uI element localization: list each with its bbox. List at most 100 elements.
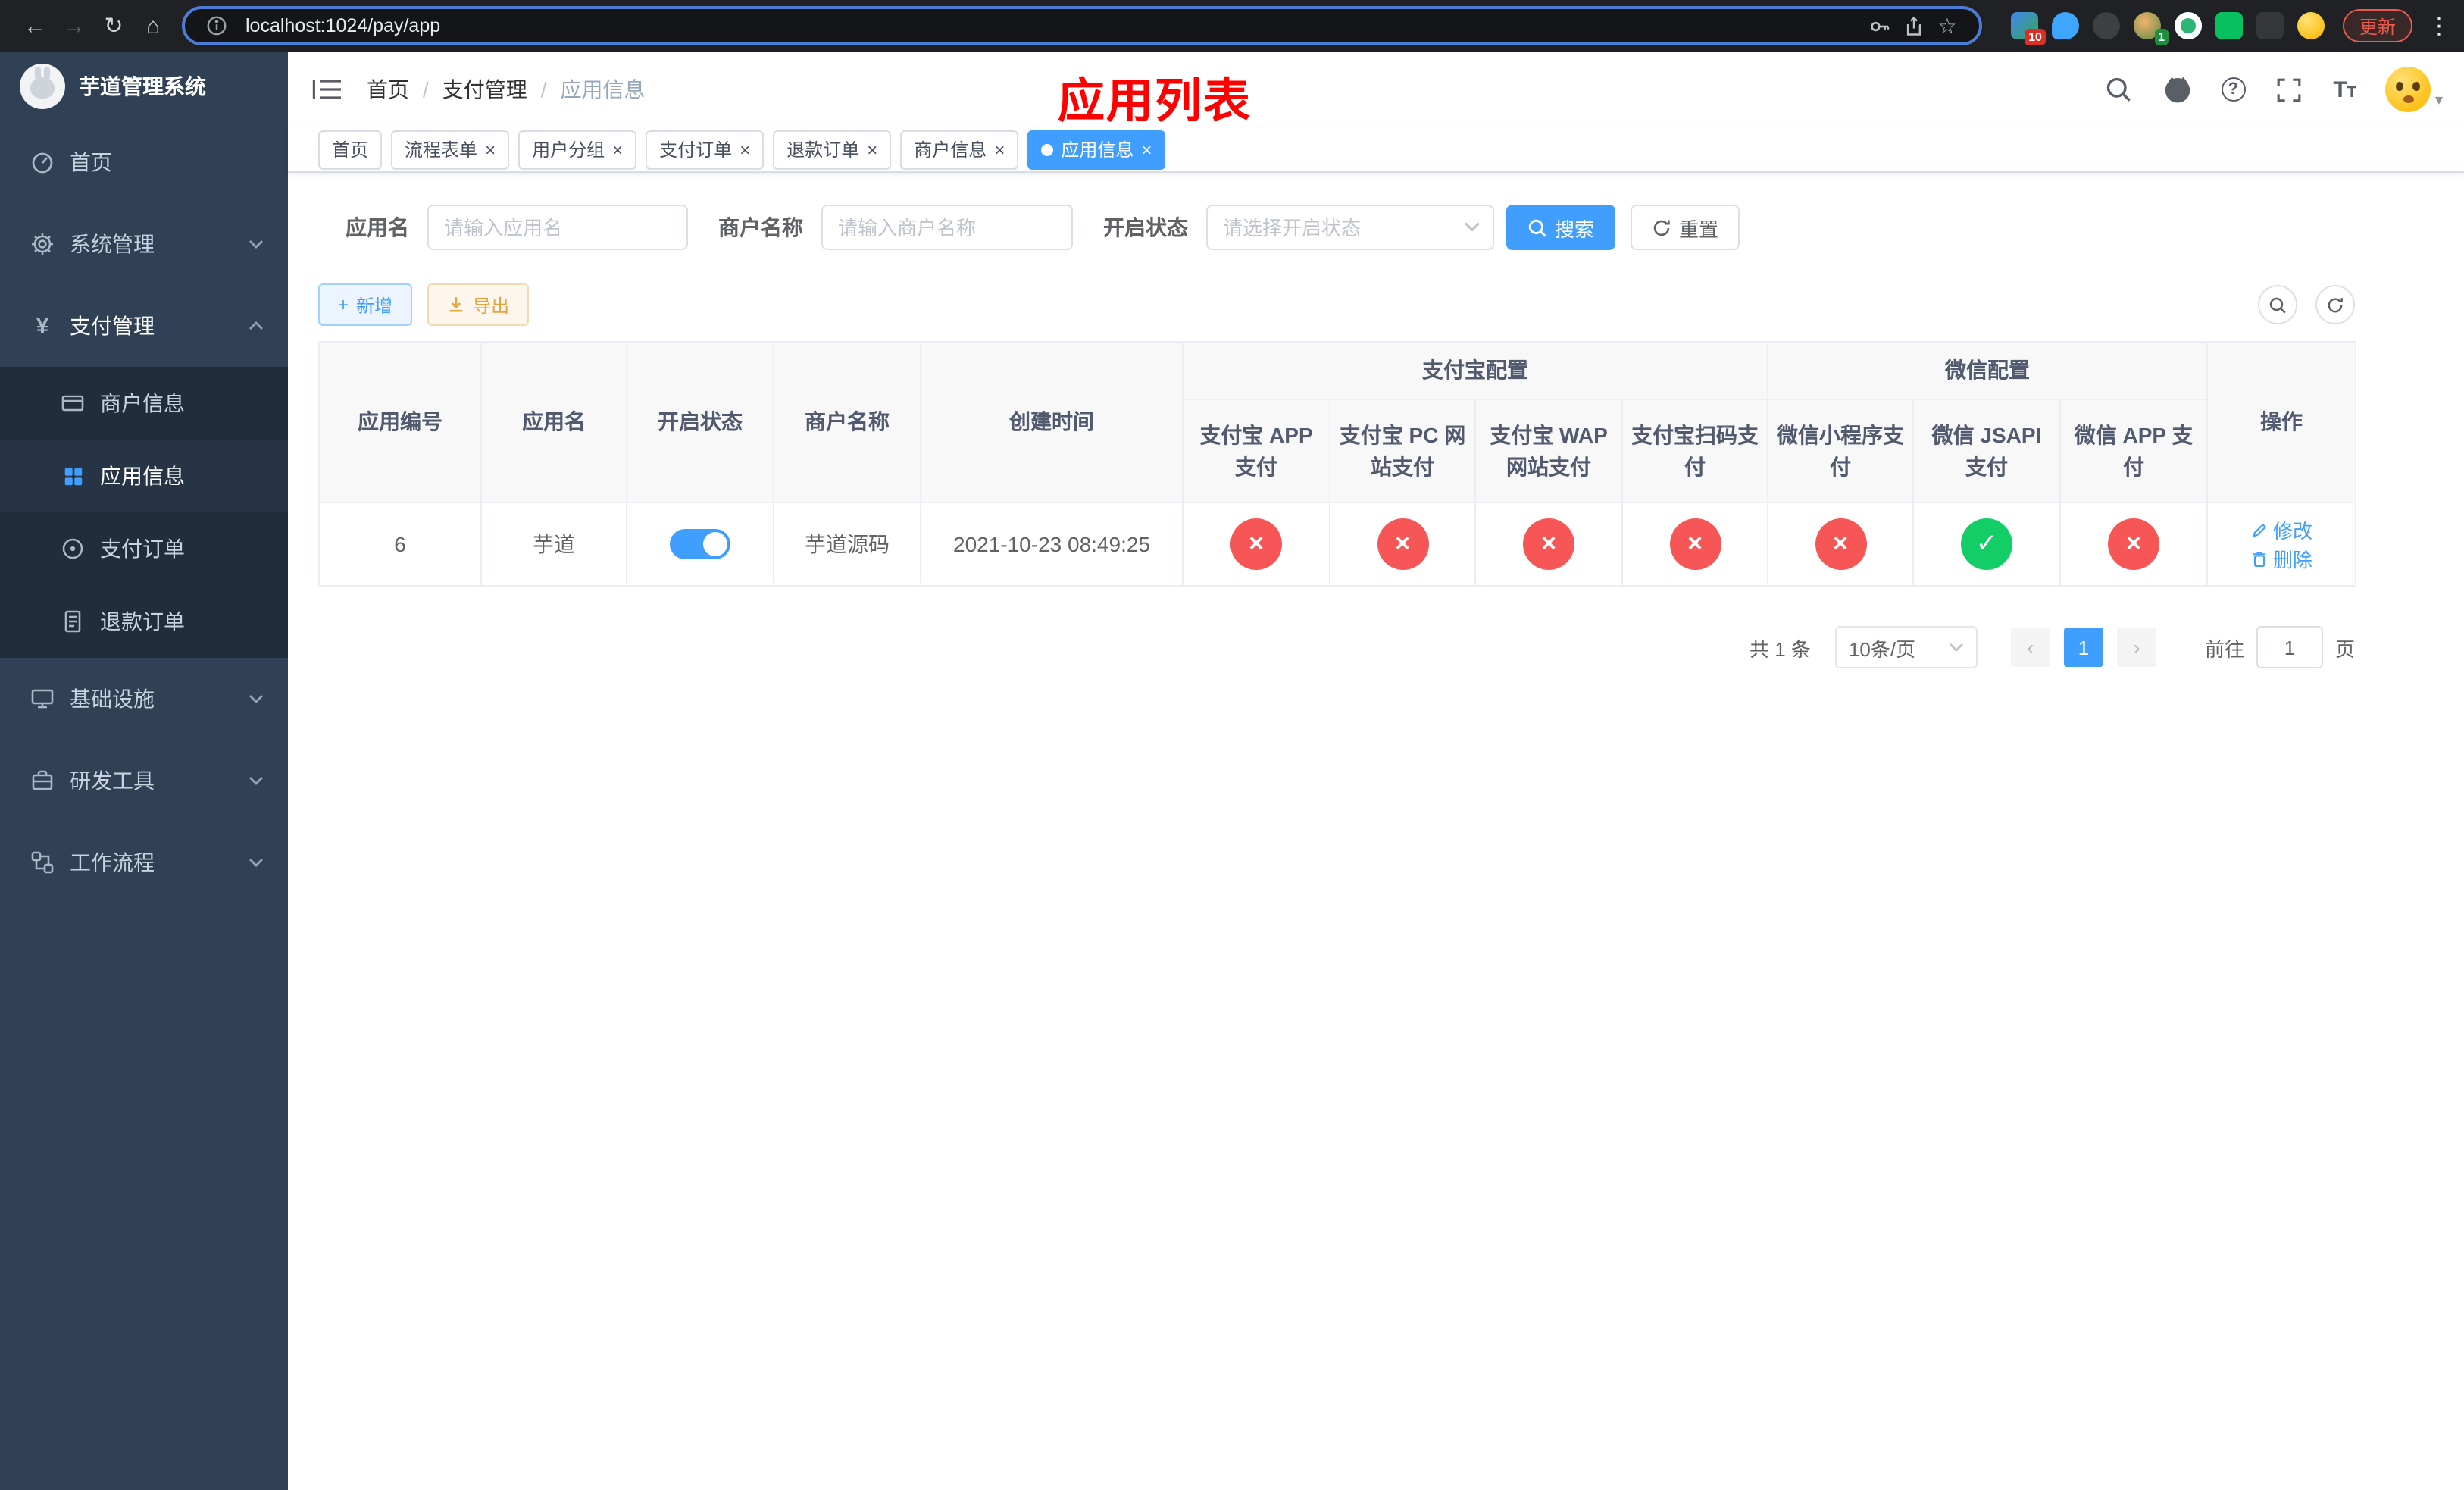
close-icon[interactable]: ×: [1141, 140, 1152, 158]
forward-icon[interactable]: →: [55, 13, 94, 39]
home-icon[interactable]: ⌂: [133, 13, 173, 39]
extension-icon-2[interactable]: [2051, 12, 2079, 39]
grid-icon: [61, 464, 85, 488]
help-icon[interactable]: ?: [2221, 77, 2246, 102]
merchant-name-input[interactable]: [821, 205, 1073, 250]
gear-icon: [30, 232, 55, 256]
total-count: 共 1 条: [1750, 637, 1811, 660]
close-icon[interactable]: ×: [867, 140, 877, 158]
sidebar-item-home[interactable]: 首页: [0, 121, 288, 203]
extension-icon-3[interactable]: [2092, 12, 2120, 39]
merchant-name-label: 商户名称: [718, 215, 803, 239]
enabled-check-icon: ✓: [1961, 518, 2012, 570]
password-key-icon[interactable]: [1864, 12, 1897, 39]
page-1-button[interactable]: 1: [2063, 628, 2103, 667]
site-info-icon[interactable]: [200, 12, 233, 39]
page-size-select[interactable]: 10条/页: [1834, 626, 1978, 668]
close-icon[interactable]: ×: [994, 140, 1005, 158]
sidebar-item-merchant-info[interactable]: 商户信息: [0, 367, 288, 440]
status-select-input[interactable]: [1206, 205, 1494, 250]
chevron-down-icon: [1949, 643, 1964, 652]
back-icon[interactable]: ←: [15, 13, 55, 39]
app-name-input[interactable]: [427, 205, 688, 250]
fullscreen-icon[interactable]: [2274, 74, 2304, 105]
export-button[interactable]: 导出: [427, 283, 530, 326]
sidebar-item-payment[interactable]: ¥ 支付管理: [0, 285, 288, 367]
url-text[interactable]: localhost:1024/pay/app: [245, 15, 440, 36]
status-toggle[interactable]: [670, 529, 730, 559]
extension-icon-6[interactable]: [2215, 12, 2243, 39]
sidebar-item-system[interactable]: 系统管理: [0, 203, 288, 285]
plus-icon: +: [338, 294, 349, 315]
bookmark-star-icon[interactable]: ☆: [1931, 12, 1964, 39]
sidebar-item-label: 商户信息: [100, 391, 185, 415]
breadcrumb: 首页 / 支付管理 / 应用信息: [367, 74, 646, 105]
tab-pay-orders[interactable]: 支付订单 ×: [646, 130, 765, 169]
refresh-button[interactable]: [2315, 285, 2355, 324]
url-bar[interactable]: localhost:1024/pay/app ☆: [182, 6, 1982, 45]
goto-page-input[interactable]: [2256, 626, 2323, 668]
extension-icon-5[interactable]: [2174, 12, 2202, 39]
status-select[interactable]: [1206, 205, 1494, 250]
monitor-icon: [30, 687, 55, 711]
sidebar: 芋道管理系统 首页 系统管理 ¥ 支付管理 商户信息 应用信息 支付订单 退款订…: [0, 52, 288, 1490]
chevron-down-icon: [1464, 221, 1481, 232]
breadcrumb-home[interactable]: 首页: [367, 74, 409, 105]
sidebar-item-workflow[interactable]: 工作流程: [0, 822, 288, 903]
sidebar-item-app-info[interactable]: 应用信息: [0, 440, 288, 512]
col-header-created: 创建时间: [920, 341, 1184, 503]
edit-link[interactable]: 修改: [2250, 515, 2312, 544]
sidebar-toggle-icon[interactable]: [312, 77, 342, 102]
breadcrumb-payment[interactable]: 支付管理: [442, 74, 527, 105]
cell-merchant: 芋道源码: [773, 502, 921, 587]
browser-update-button[interactable]: 更新: [2342, 9, 2412, 42]
sidebar-item-infrastructure[interactable]: 基础设施: [0, 658, 288, 740]
tab-user-group[interactable]: 用户分组 ×: [518, 130, 637, 169]
search-icon[interactable]: [2103, 74, 2133, 105]
tab-label: 用户分组: [532, 139, 605, 161]
tab-merchant-info[interactable]: 商户信息 ×: [900, 130, 1019, 169]
sidebar-item-refund-orders[interactable]: 退款订单: [0, 585, 288, 658]
extension-icon-puzzle[interactable]: [2256, 12, 2284, 39]
status-label: 开启状态: [1103, 215, 1188, 239]
user-avatar[interactable]: ▾: [2384, 67, 2443, 112]
disabled-cross-icon: ×: [1230, 518, 1282, 570]
add-button[interactable]: + 新增: [318, 283, 413, 326]
prev-page-button[interactable]: ‹: [2010, 628, 2050, 667]
font-size-icon[interactable]: TT: [2333, 78, 2356, 101]
close-icon[interactable]: ×: [612, 140, 623, 158]
reload-icon[interactable]: ↻: [94, 12, 133, 39]
reset-button[interactable]: 重置: [1631, 205, 1740, 250]
share-icon[interactable]: [1897, 12, 1931, 39]
next-page-button[interactable]: ›: [2116, 628, 2156, 667]
breadcrumb-current: 应用信息: [560, 77, 646, 102]
sidebar-item-devtools[interactable]: 研发工具: [0, 740, 288, 822]
tab-label: 商户信息: [914, 139, 987, 161]
browser-toolbar: ← → ↻ ⌂ localhost:1024/pay/app ☆ 10 1 更新…: [0, 0, 2464, 52]
extension-icon-4[interactable]: 1: [2133, 12, 2169, 45]
tab-app-info[interactable]: 应用信息 ×: [1027, 130, 1166, 169]
github-icon[interactable]: [2162, 74, 2192, 105]
sidebar-item-label: 支付订单: [100, 537, 185, 561]
profile-avatar-icon[interactable]: [2297, 12, 2325, 39]
sidebar-item-label: 首页: [70, 150, 112, 174]
search-button[interactable]: 搜索: [1506, 205, 1616, 250]
browser-menu-icon[interactable]: ⋮: [2428, 12, 2450, 39]
tab-label: 支付订单: [659, 139, 733, 161]
group-header-alipay: 支付宝配置: [1182, 341, 1768, 400]
close-icon[interactable]: ×: [740, 140, 750, 158]
sidebar-item-pay-orders[interactable]: 支付订单: [0, 512, 288, 585]
cell-actions: 修改 删除: [2206, 502, 2357, 587]
toggle-search-button[interactable]: [2258, 285, 2297, 324]
tab-refund-orders[interactable]: 退款订单 ×: [773, 130, 892, 169]
app-logo[interactable]: 芋道管理系统: [0, 52, 288, 121]
tab-home[interactable]: 首页: [318, 130, 383, 169]
close-icon[interactable]: ×: [485, 140, 496, 158]
extension-icon-1[interactable]: 10: [2010, 12, 2046, 45]
col-header-wechat-jsapi: 微信 JSAPI 支付: [1912, 399, 2061, 503]
delete-link[interactable]: 删除: [2250, 544, 2312, 573]
col-header-merchant: 商户名称: [773, 341, 921, 503]
app-name-label: 应用名: [346, 215, 409, 239]
search-button-label: 搜索: [1555, 218, 1595, 240]
tab-process-form[interactable]: 流程表单 ×: [391, 130, 510, 169]
